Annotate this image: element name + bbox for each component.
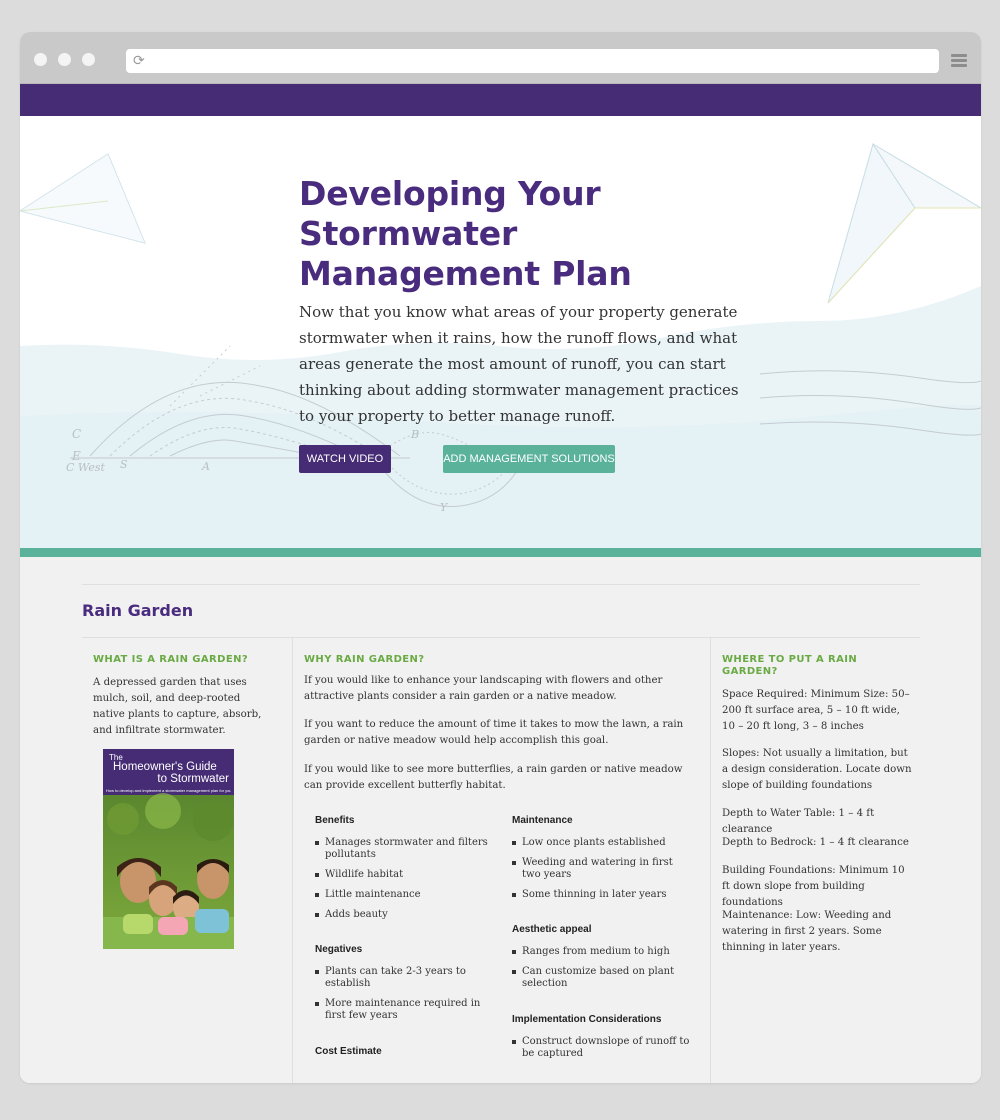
hero-section: E C C West S A B Y Developing Your Storm… (20, 116, 981, 548)
window-minimize-dot[interactable] (58, 53, 71, 66)
browser-window: ⟳ E C C West S A B Y Developing Your Sto… (20, 32, 981, 1083)
benefits-list: Manages stormwater and filters pollutant… (315, 837, 495, 929)
rain-garden-section: Rain Garden WHAT IS A RAIN GARDEN? A dep… (20, 557, 981, 1083)
homeowners-guide-booklet[interactable]: The Homeowner's Guide to Stormwater How … (103, 749, 234, 949)
browser-toolbar: ⟳ (20, 32, 981, 84)
maintenance-note-text: Maintenance: Low: Weeding and watering i… (722, 910, 892, 953)
reload-icon[interactable]: ⟳ (133, 51, 145, 71)
column-divider-2 (710, 638, 711, 1083)
negatives-list: Plants can take 2-3 years to establish M… (315, 966, 495, 1030)
aesthetic-appeal-title: Aesthetic appeal (512, 924, 592, 935)
sketch-label-a: A (201, 460, 210, 473)
negatives-title: Negatives (315, 944, 363, 955)
sketch-label-b: B (410, 428, 419, 441)
window-maximize-dot[interactable] (82, 53, 95, 66)
hero-divider-bar (20, 548, 981, 557)
sketch-label-c-west: C West (66, 461, 105, 474)
list-item: Some thinning in later years (512, 889, 692, 901)
why-heading: WHY RAIN GARDEN? (304, 654, 425, 665)
list-item: Ranges from medium to high (512, 946, 692, 958)
column-divider-1 (292, 638, 293, 1083)
add-management-solutions-button[interactable]: ADD MANAGEMENT SOLUTIONS (443, 445, 615, 473)
benefits-title: Benefits (315, 815, 355, 826)
cost-estimate-title: Cost Estimate (315, 1046, 382, 1057)
list-item: Manages stormwater and filters pollutant… (315, 837, 495, 861)
list-item: Wildlife habitat (315, 869, 495, 881)
depth-water-table-text: Depth to Water Table: 1 – 4 ft clearance (722, 808, 875, 835)
watch-video-button[interactable]: WATCH VIDEO (299, 445, 391, 473)
building-foundations-text: Building Foundations: Minimum 10 ft down… (722, 865, 905, 908)
aesthetic-list: Ranges from medium to high Can customize… (512, 946, 692, 998)
list-item: Adds beauty (315, 909, 495, 921)
where-heading: WHERE TO PUT A RAIN GARDEN? (722, 654, 858, 677)
section-title: Rain Garden (82, 601, 194, 620)
list-item: Construct downslope of runoff to be capt… (512, 1036, 692, 1060)
maintenance-title: Maintenance (512, 815, 573, 826)
sketch-label-s: S (120, 458, 128, 471)
section-divider-top (82, 584, 920, 585)
implementation-title: Implementation Considerations (512, 1014, 662, 1025)
page-title: Developing Your Stormwater Management Pl… (299, 174, 632, 293)
list-item: Low once plants established (512, 837, 692, 849)
section-divider (82, 637, 920, 638)
maintenance-list: Low once plants established Weeding and … (512, 837, 692, 909)
space-required-text: Space Required: Minimum Size: 50–200 ft … (722, 689, 910, 732)
what-is-heading: WHAT IS A RAIN GARDEN? (93, 654, 249, 665)
implementation-list: Construct downslope of runoff to be capt… (512, 1036, 692, 1068)
hero-intro-text: Now that you know what areas of your pro… (299, 303, 739, 425)
site-header-bar (20, 84, 981, 116)
address-bar[interactable]: ⟳ (126, 49, 939, 73)
list-item: Little maintenance (315, 889, 495, 901)
depth-bedrock-text: Depth to Bedrock: 1 – 4 ft clearance (722, 837, 909, 848)
list-item: Can customize based on plant selection (512, 966, 692, 990)
list-item: Plants can take 2-3 years to establish (315, 966, 495, 990)
list-item: Weeding and watering in first two years (512, 857, 692, 881)
why-paragraph-1: If you would like to enhance your landsc… (304, 675, 663, 702)
window-close-dot[interactable] (34, 53, 47, 66)
what-is-text: A depressed garden that uses mulch, soil… (93, 677, 262, 736)
slopes-text: Slopes: Not usually a limitation, but a … (722, 748, 912, 791)
sketch-label-c: C (72, 427, 81, 441)
booklet-subtitle: How to develop and implement a stormwate… (106, 788, 231, 793)
booklet-title-sub: to Stormwater (157, 773, 229, 785)
why-paragraph-2: If you want to reduce the amount of time… (304, 719, 684, 746)
hamburger-menu-icon[interactable] (951, 54, 967, 68)
list-item: More maintenance required in first few y… (315, 998, 495, 1022)
why-paragraph-3: If you would like to see more butterflie… (304, 764, 683, 791)
